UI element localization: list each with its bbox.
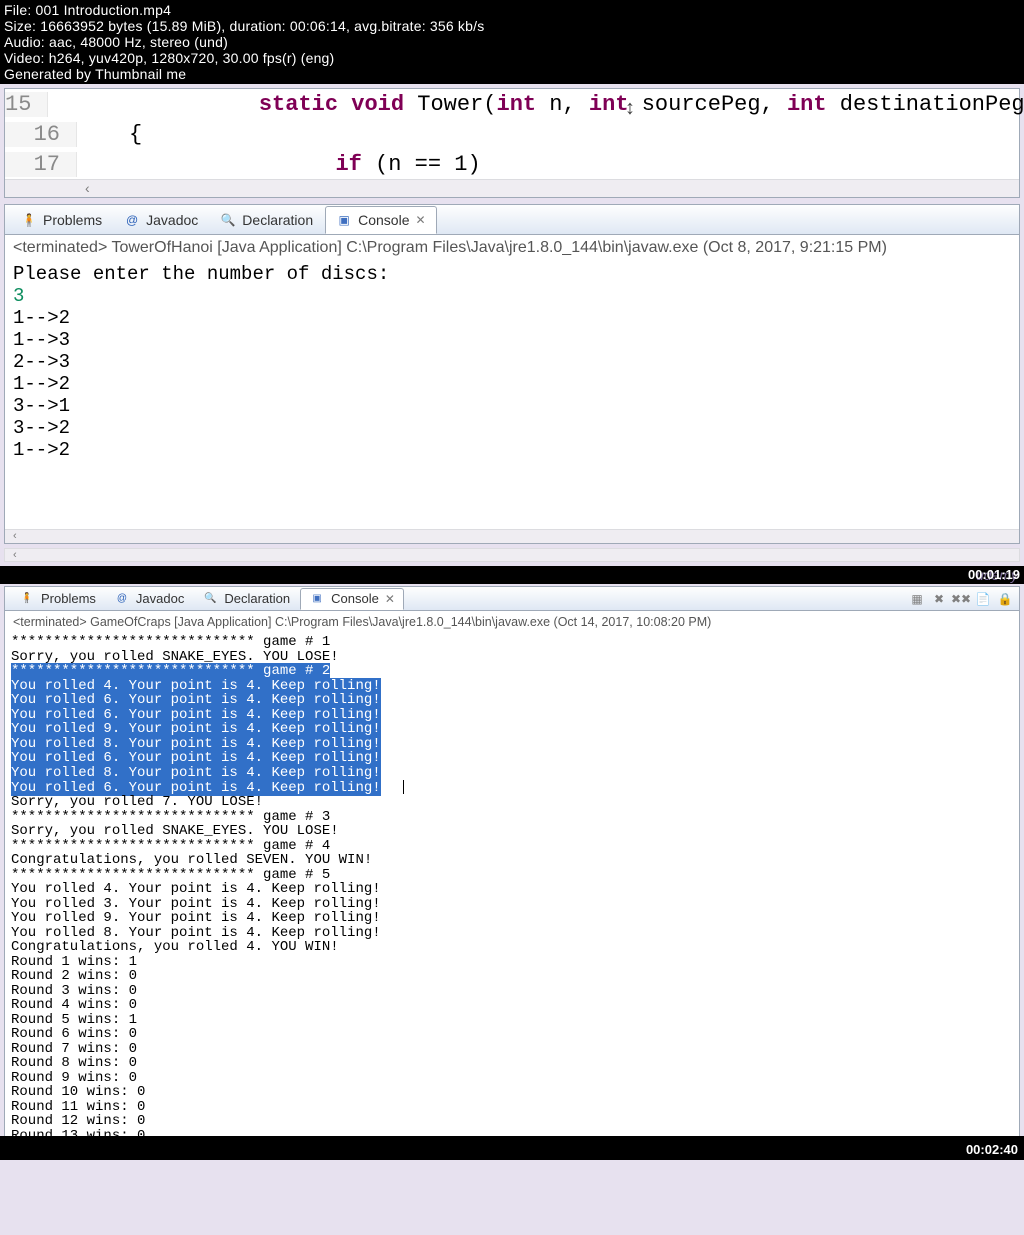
code-line-15[interactable]: 15 static void Tower(int n, int sourcePe… bbox=[5, 89, 1019, 119]
console-line: Round 1 wins: 1 bbox=[11, 955, 1013, 970]
console-line: Round 12 wins: 0 bbox=[11, 1114, 1013, 1129]
tab-problems[interactable]: 🧍 Problems bbox=[11, 206, 112, 234]
code-hscrollbar[interactable]: ‹ bbox=[5, 179, 1019, 197]
timestamp-2: 00:02:40 bbox=[966, 1142, 1018, 1157]
meta-audio: Audio: aac, 48000 Hz, stereo (und) bbox=[4, 34, 1020, 50]
console-output[interactable]: Please enter the number of discs: 3 1-->… bbox=[5, 261, 1019, 529]
problems-icon: 🧍 bbox=[19, 591, 35, 607]
chevron-left-icon[interactable]: ‹ bbox=[13, 549, 17, 561]
console-line: Round 7 wins: 0 bbox=[11, 1042, 1013, 1057]
tab-javadoc[interactable]: @ Javadoc bbox=[114, 206, 208, 234]
terminated-label: <terminated> TowerOfHanoi [Java Applicat… bbox=[5, 235, 1019, 261]
console-line: Round 8 wins: 0 bbox=[11, 1056, 1013, 1071]
meta-video: Video: h264, yuv420p, 1280x720, 30.00 fp… bbox=[4, 50, 1020, 66]
bottom-tabs: 🧍 Problems @ Javadoc 🔍 Declaration ▣ Con… bbox=[5, 205, 1019, 235]
console-line: Round 6 wins: 0 bbox=[11, 1027, 1013, 1042]
meta-file: File: 001 Introduction.mp4 bbox=[4, 2, 1020, 18]
console-line: You rolled 6. Your point is 4. Keep roll… bbox=[11, 751, 1013, 766]
console-line: 1-->2 bbox=[13, 439, 1011, 461]
console-input-value: 3 bbox=[13, 285, 1011, 307]
javadoc-icon: @ bbox=[124, 212, 140, 228]
console-line: ***************************** game # 2 bbox=[11, 664, 1013, 679]
console-line: You rolled 6. Your point is 4. Keep roll… bbox=[11, 780, 1013, 795]
tab-declaration[interactable]: 🔍 Declaration bbox=[194, 588, 298, 610]
console-line: 2-->3 bbox=[13, 351, 1011, 373]
console-line: Round 2 wins: 0 bbox=[11, 969, 1013, 984]
code-editor-panel: 15 static void Tower(int n, int sourcePe… bbox=[4, 88, 1020, 198]
console-line: Congratulations, you rolled 4. YOU WIN! bbox=[11, 940, 1013, 955]
console-line: You rolled 8. Your point is 4. Keep roll… bbox=[11, 926, 1013, 941]
views-panel-2: 🧍 Problems @ Javadoc 🔍 Declaration ▣ Con… bbox=[4, 586, 1020, 1160]
chevron-left-icon[interactable]: ‹ bbox=[85, 180, 90, 196]
tab-problems[interactable]: 🧍 Problems bbox=[11, 588, 104, 610]
chevron-left-icon[interactable]: ‹ bbox=[13, 530, 17, 542]
bottom-tabs-2: 🧍 Problems @ Javadoc 🔍 Declaration ▣ Con… bbox=[5, 587, 1019, 611]
console-icon: ▣ bbox=[309, 591, 325, 607]
close-icon[interactable]: ✕ bbox=[385, 592, 395, 606]
declaration-icon: 🔍 bbox=[202, 591, 218, 607]
console-line: Round 4 wins: 0 bbox=[11, 998, 1013, 1013]
javadoc-icon: @ bbox=[114, 591, 130, 607]
console-line: You rolled 3. Your point is 4. Keep roll… bbox=[11, 897, 1013, 912]
console-line: 1-->2 bbox=[13, 307, 1011, 329]
console-toolbar: ▦ ✖ ✖✖ 📄 🔒 bbox=[909, 591, 1013, 607]
console-line: ***************************** game # 3 bbox=[11, 810, 1013, 825]
console-line: Round 10 wins: 0 bbox=[11, 1085, 1013, 1100]
console-line: You rolled 9. Your point is 4. Keep roll… bbox=[11, 722, 1013, 737]
console-line: Round 5 wins: 1 bbox=[11, 1013, 1013, 1028]
problems-icon: 🧍 bbox=[21, 212, 37, 228]
console-line: You rolled 4. Your point is 4. Keep roll… bbox=[11, 679, 1013, 694]
outer-hscrollbar[interactable]: ‹ bbox=[4, 548, 1020, 562]
tab-console[interactable]: ▣ Console ✕ bbox=[300, 588, 404, 610]
console-line: ***************************** game # 4 bbox=[11, 839, 1013, 854]
console-line: ***************************** game # 1 bbox=[11, 635, 1013, 650]
console-line: You rolled 4. Your point is 4. Keep roll… bbox=[11, 882, 1013, 897]
console-output-2[interactable]: ***************************** game # 1So… bbox=[5, 633, 1019, 1145]
console-line: ***************************** game # 5 bbox=[11, 868, 1013, 883]
tab-declaration[interactable]: 🔍 Declaration bbox=[210, 206, 323, 234]
close-icon[interactable]: ✕ bbox=[416, 213, 426, 227]
console-line: Sorry, you rolled SNAKE_EYES. YOU LOSE! bbox=[11, 650, 1013, 665]
console-line: 1-->2 bbox=[13, 373, 1011, 395]
console-line: Round 11 wins: 0 bbox=[11, 1100, 1013, 1115]
console-line: You rolled 6. Your point is 4. Keep roll… bbox=[11, 708, 1013, 723]
tab-javadoc[interactable]: @ Javadoc bbox=[106, 588, 192, 610]
tab-console[interactable]: ▣ Console ✕ bbox=[325, 206, 436, 234]
terminate-all-icon[interactable]: ✖✖ bbox=[953, 591, 969, 607]
resize-arrow-icon[interactable]: ↕ bbox=[625, 97, 635, 120]
console-line: Round 3 wins: 0 bbox=[11, 984, 1013, 999]
console-line: 3-->1 bbox=[13, 395, 1011, 417]
scroll-lock-icon[interactable]: 🔒 bbox=[997, 591, 1013, 607]
views-panel: 🧍 Problems @ Javadoc 🔍 Declaration ▣ Con… bbox=[4, 204, 1020, 544]
console-prompt: Please enter the number of discs: bbox=[13, 263, 1011, 285]
console-line: You rolled 6. Your point is 4. Keep roll… bbox=[11, 693, 1013, 708]
console-line: Sorry, you rolled SNAKE_EYES. YOU LOSE! bbox=[11, 824, 1013, 839]
timestamp-1: 00:01:19 bbox=[968, 567, 1020, 582]
clear-console-icon[interactable]: 📄 bbox=[975, 591, 991, 607]
code-line-17[interactable]: 17 if (n == 1) ↕ bbox=[5, 149, 1019, 179]
console-hscrollbar[interactable]: ‹ bbox=[5, 529, 1019, 543]
console-line: 1-->3 bbox=[13, 329, 1011, 351]
console-line: 3-->2 bbox=[13, 417, 1011, 439]
console-line: Sorry, you rolled 7. YOU LOSE! bbox=[11, 795, 1013, 810]
console-line: Round 9 wins: 0 bbox=[11, 1071, 1013, 1086]
meta-size: Size: 16663952 bytes (15.89 MiB), durati… bbox=[4, 18, 1020, 34]
declaration-icon: 🔍 bbox=[220, 212, 236, 228]
close-console-icon[interactable]: ✖ bbox=[931, 591, 947, 607]
remove-all-terminated-icon[interactable]: ▦ bbox=[909, 591, 925, 607]
console-line: Congratulations, you rolled SEVEN. YOU W… bbox=[11, 853, 1013, 868]
console-line: You rolled 8. Your point is 4. Keep roll… bbox=[11, 737, 1013, 752]
console-line: You rolled 9. Your point is 4. Keep roll… bbox=[11, 911, 1013, 926]
terminated-label-2: <terminated> GameOfCraps [Java Applicati… bbox=[5, 611, 1019, 633]
console-line: You rolled 8. Your point is 4. Keep roll… bbox=[11, 766, 1013, 781]
console-icon: ▣ bbox=[336, 212, 352, 228]
